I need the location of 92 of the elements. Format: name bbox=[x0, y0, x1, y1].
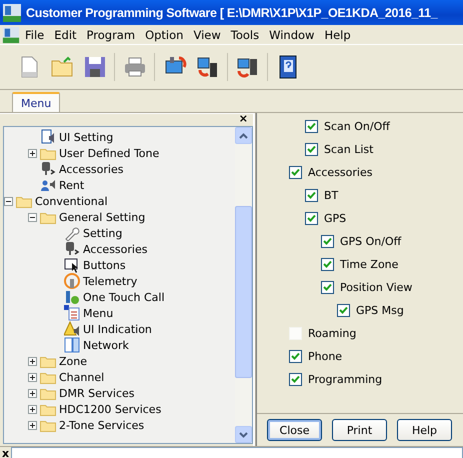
checkbox-label: Phone bbox=[308, 350, 342, 363]
network-panel-icon bbox=[64, 337, 80, 353]
checkbox-label: Accessories bbox=[308, 166, 372, 179]
checkbox[interactable] bbox=[289, 350, 302, 363]
dialog-button[interactable]: Print bbox=[332, 419, 387, 441]
checkbox[interactable] bbox=[305, 212, 318, 225]
checkbox-label: GPS Msg bbox=[356, 304, 404, 317]
folder-icon bbox=[16, 194, 32, 208]
dialog-button[interactable]: Close bbox=[267, 419, 322, 441]
checkbox-label: Roaming bbox=[308, 327, 356, 340]
tree-item[interactable]: Telemetry bbox=[83, 274, 138, 288]
checkbox[interactable] bbox=[337, 304, 350, 317]
signal-tower-icon bbox=[64, 273, 80, 289]
checkbox-label: GPS bbox=[324, 212, 346, 225]
tree-item[interactable]: UI Setting bbox=[59, 130, 114, 144]
tree-item[interactable]: UI Indication bbox=[83, 322, 152, 336]
wrench-icon bbox=[64, 225, 80, 241]
window-cursor-icon bbox=[64, 257, 80, 273]
menubar-entry[interactable]: Program bbox=[82, 28, 140, 42]
tree-item[interactable]: Accessories bbox=[83, 242, 148, 256]
checkbox[interactable] bbox=[289, 166, 302, 179]
menubar-entry[interactable]: Edit bbox=[49, 28, 82, 42]
menubar-entry[interactable]: Window bbox=[264, 28, 320, 42]
scroll-up-button[interactable] bbox=[235, 127, 252, 144]
checkbox-label: Scan On/Off bbox=[324, 120, 390, 133]
tree-item[interactable]: Menu bbox=[83, 306, 114, 320]
tree-item[interactable]: General Setting bbox=[59, 210, 146, 224]
tree-item[interactable]: Channel bbox=[59, 370, 104, 384]
chevron-up-icon bbox=[239, 132, 248, 138]
pane-dismiss-button[interactable]: × bbox=[238, 114, 248, 124]
checkbox[interactable] bbox=[321, 235, 334, 248]
expander-icon[interactable] bbox=[4, 196, 13, 206]
folder-icon bbox=[40, 210, 56, 224]
warning-speaker-icon bbox=[64, 321, 80, 337]
chevron-down-icon bbox=[239, 432, 248, 438]
checkbox[interactable] bbox=[305, 143, 318, 156]
tree-item[interactable]: One Touch Call bbox=[83, 290, 164, 304]
tree-item[interactable]: Zone bbox=[59, 354, 88, 368]
menubar-entry[interactable]: Tools bbox=[226, 28, 264, 42]
expander-icon[interactable] bbox=[28, 356, 37, 366]
scrollbar-thumb[interactable] bbox=[235, 206, 252, 378]
checkbox[interactable] bbox=[305, 189, 318, 202]
expander-icon[interactable] bbox=[28, 388, 37, 398]
checkbox-label: Time Zone bbox=[340, 258, 398, 271]
folder-icon bbox=[40, 146, 56, 160]
input-field[interactable] bbox=[11, 447, 463, 458]
folder-icon bbox=[40, 386, 56, 400]
checkbox[interactable] bbox=[321, 258, 334, 271]
menubar-entry[interactable]: File bbox=[20, 28, 50, 42]
folder-icon bbox=[40, 354, 56, 368]
document-speaker-icon bbox=[40, 129, 56, 145]
microphone-icon bbox=[64, 241, 80, 257]
tree-item[interactable]: Buttons bbox=[83, 258, 126, 272]
window-title: Customer Programming Software [ E:\DMR\X1P\X1P_OE1KDA_2016_11_ bbox=[26, 6, 438, 20]
expander-icon[interactable] bbox=[28, 148, 37, 158]
app-icon bbox=[2, 2, 22, 22]
menubar-entry[interactable]: Option bbox=[140, 28, 188, 42]
tab[interactable]: Menu bbox=[12, 92, 60, 112]
checkbox-label: Programming bbox=[308, 373, 382, 386]
tree-item[interactable]: User Defined Tone bbox=[59, 146, 160, 160]
tree-item[interactable]: Rent bbox=[59, 178, 84, 192]
pane-dismiss-button[interactable]: x bbox=[2, 448, 10, 458]
tree-item[interactable]: Accessories bbox=[59, 162, 124, 176]
folder-icon bbox=[40, 370, 56, 384]
tree-item[interactable]: 2-Tone Services bbox=[59, 418, 144, 432]
app-icon[interactable] bbox=[2, 26, 20, 44]
expander-icon[interactable] bbox=[28, 372, 37, 382]
scroll-down-button[interactable] bbox=[235, 426, 252, 443]
menubar-entry[interactable]: View bbox=[188, 28, 226, 42]
expander-icon[interactable] bbox=[28, 404, 37, 414]
folder-icon bbox=[40, 402, 56, 416]
checkbox-label: GPS On/Off bbox=[340, 235, 402, 248]
tree-item[interactable]: Network bbox=[83, 338, 129, 352]
expander-icon[interactable] bbox=[28, 420, 37, 430]
checkbox-label: BT bbox=[324, 189, 338, 202]
dialog-button[interactable]: Help bbox=[397, 419, 452, 441]
menubar-entry[interactable]: Help bbox=[319, 28, 356, 42]
checkbox-label: Position View bbox=[340, 281, 412, 294]
checkbox[interactable] bbox=[289, 373, 302, 386]
scrollbar[interactable] bbox=[235, 127, 252, 443]
tree-item[interactable]: Conventional bbox=[35, 194, 108, 208]
microphone-icon bbox=[40, 161, 56, 177]
tree-item[interactable]: Setting bbox=[83, 226, 122, 240]
checkbox[interactable] bbox=[305, 120, 318, 133]
checkbox-label: Scan List bbox=[324, 143, 374, 156]
tree-item[interactable]: HDC1200 Services bbox=[59, 402, 162, 416]
tree-item[interactable]: DMR Services bbox=[59, 386, 134, 400]
list-icon bbox=[64, 305, 80, 321]
phone-icon bbox=[64, 289, 80, 305]
checkbox[interactable] bbox=[321, 281, 334, 294]
expander-icon[interactable] bbox=[28, 212, 37, 222]
folder-icon bbox=[40, 418, 56, 432]
